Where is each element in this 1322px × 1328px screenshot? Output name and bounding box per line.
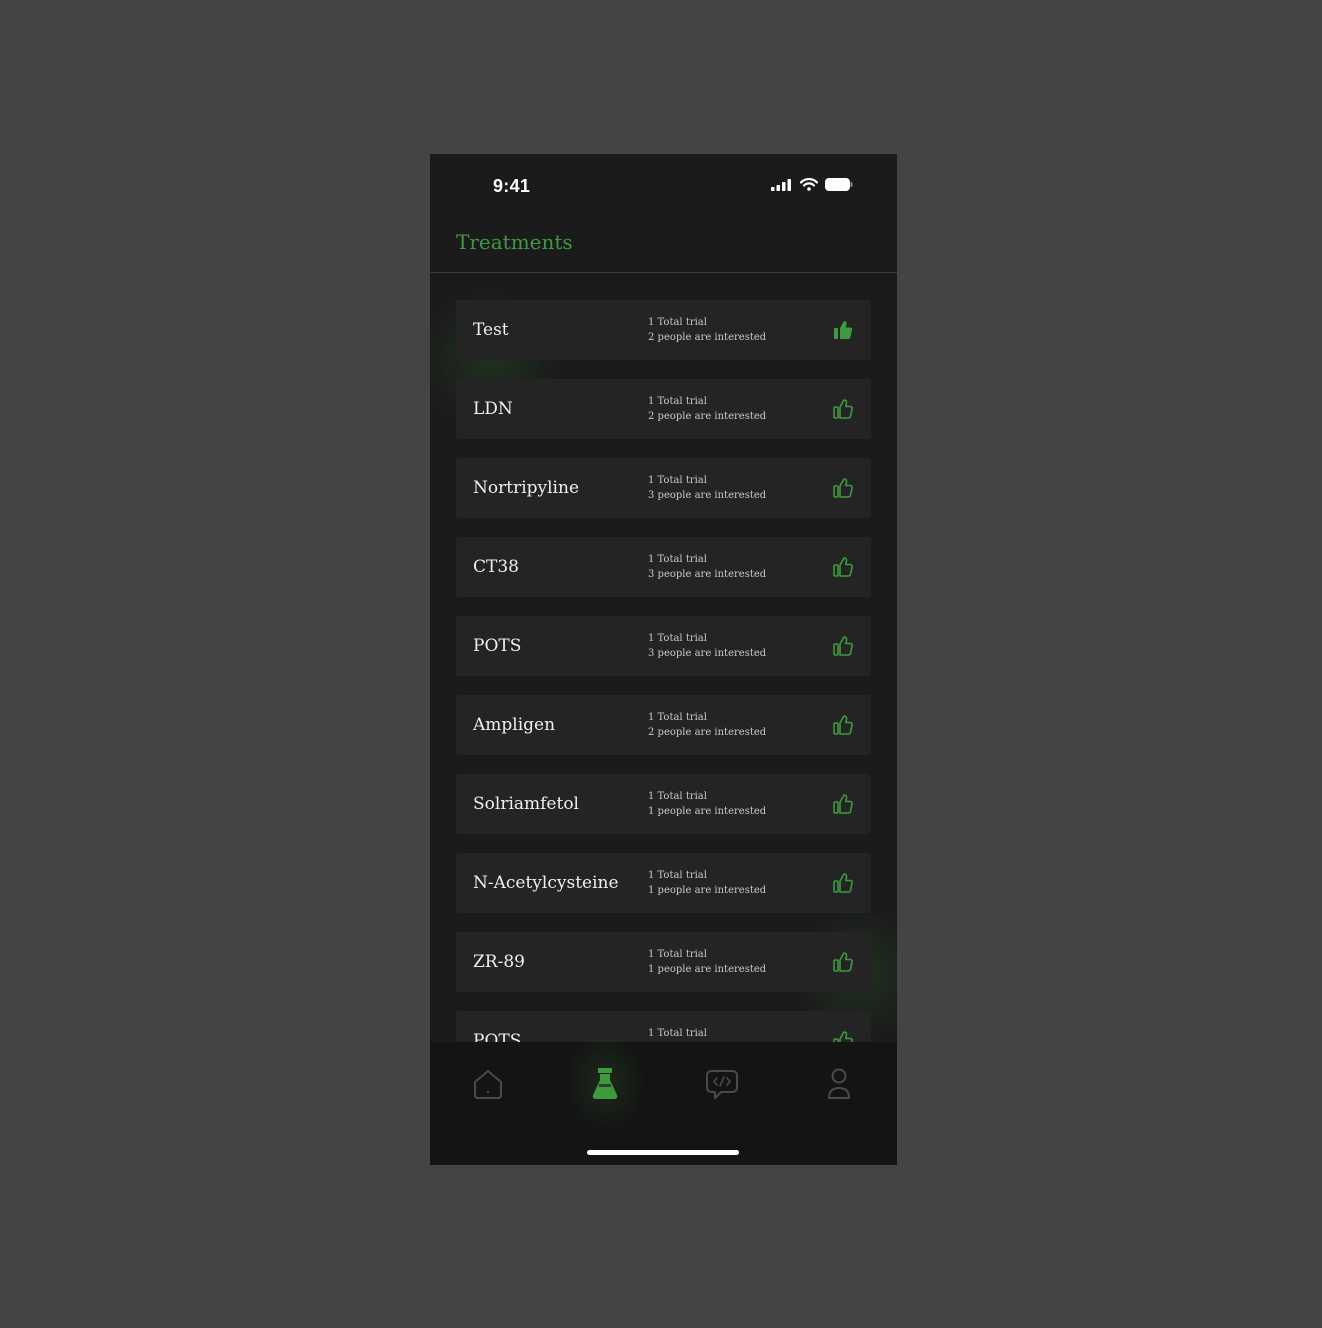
thumbs-up-filled-icon[interactable] — [832, 319, 854, 341]
interested-count-label: 3 people are interested — [648, 648, 767, 659]
thumbs-up-icon[interactable] — [832, 635, 854, 657]
total-trials-label: 1 Total trial — [648, 712, 707, 723]
treatment-card[interactable]: LDN 1 Total trial 2 people are interested — [456, 379, 871, 439]
tab-home[interactable] — [468, 1066, 508, 1106]
battery-icon — [825, 176, 853, 195]
treatment-meta: 1 Total trial — [648, 1026, 707, 1041]
interested-count-label: 1 people are interested — [648, 885, 767, 896]
interested-count-label: 1 people are interested — [648, 964, 767, 975]
tab-bar — [430, 1032, 897, 1165]
thumbs-up-icon[interactable] — [832, 951, 854, 973]
tab-messages[interactable] — [702, 1066, 742, 1106]
treatment-meta: 1 Total trial 1 people are interested — [648, 789, 766, 819]
treatment-card[interactable]: Nortripyline 1 Total trial 3 people are in… — [456, 458, 871, 518]
treatment-card[interactable]: ZR-89 1 Total trial 1 people are intereste… — [456, 932, 871, 992]
treatment-name: ZR-89 — [473, 952, 525, 972]
phone-frame: 9:41 Treatments Test 1 Total trial 2 peo… — [430, 154, 897, 1165]
thumbs-up-icon[interactable] — [832, 556, 854, 578]
interested-count-label: 2 people are interested — [648, 411, 767, 422]
treatment-name: N-Acetylcysteine — [473, 873, 619, 893]
treatment-list: Test 1 Total trial 2 people are interested… — [456, 300, 871, 1090]
total-trials-label: 1 Total trial — [648, 791, 707, 802]
signal-icon — [771, 176, 793, 195]
treatment-name: Solriamfetol — [473, 794, 579, 814]
treatment-meta: 1 Total trial 1 people are interested — [648, 868, 766, 898]
treatment-meta: 1 Total trial 3 people are interested — [648, 631, 766, 661]
person-icon — [826, 1067, 852, 1105]
interested-count-label: 2 people are interested — [648, 332, 767, 343]
treatment-card[interactable]: POTS 1 Total trial 3 people are interested — [456, 616, 871, 676]
treatment-card[interactable]: Test 1 Total trial 2 people are interested — [456, 300, 871, 360]
chat-code-icon — [705, 1068, 739, 1104]
treatment-card[interactable]: N-Acetylcysteine 1 Total trial 1 people ar… — [456, 853, 871, 913]
status-icons — [771, 176, 853, 195]
page-title: Treatments — [456, 230, 573, 254]
thumbs-up-icon[interactable] — [832, 477, 854, 499]
treatment-meta: 1 Total trial 1 people are interested — [648, 947, 766, 977]
total-trials-label: 1 Total trial — [648, 475, 707, 486]
treatment-name: CT38 — [473, 557, 519, 577]
tab-profile[interactable] — [819, 1066, 859, 1106]
total-trials-label: 1 Total trial — [648, 949, 707, 960]
interested-count-label: 3 people are interested — [648, 569, 767, 580]
interested-count-label: 3 people are interested — [648, 490, 767, 501]
tab-treatments[interactable] — [585, 1066, 625, 1106]
interested-count-label: 1 people are interested — [648, 806, 767, 817]
thumbs-up-icon[interactable] — [832, 714, 854, 736]
treatment-meta: 1 Total trial 2 people are interested — [648, 710, 766, 740]
total-trials-label: 1 Total trial — [648, 870, 707, 881]
wifi-icon — [799, 176, 819, 195]
total-trials-label: 1 Total trial — [648, 633, 707, 644]
status-bar: 9:41 — [430, 154, 897, 216]
treatment-name: Test — [473, 320, 509, 340]
treatment-meta: 1 Total trial 2 people are interested — [648, 394, 766, 424]
treatment-name: Nortripyline — [473, 478, 580, 498]
treatment-name: POTS — [473, 636, 522, 656]
treatment-name: Ampligen — [473, 715, 556, 735]
thumbs-up-icon[interactable] — [832, 793, 854, 815]
total-trials-label: 1 Total trial — [648, 554, 707, 565]
flask-icon — [591, 1067, 619, 1105]
treatment-card[interactable]: CT38 1 Total trial 3 people are interested — [456, 537, 871, 597]
treatment-card[interactable]: Solriamfetol 1 Total trial 1 people are in… — [456, 774, 871, 834]
thumbs-up-icon[interactable] — [832, 872, 854, 894]
interested-count-label: 2 people are interested — [648, 727, 767, 738]
total-trials-label: 1 Total trial — [648, 396, 707, 407]
thumbs-up-icon[interactable] — [832, 398, 854, 420]
home-indicator — [587, 1150, 739, 1155]
treatment-meta: 1 Total trial 3 people are interested — [648, 552, 766, 582]
status-time: 9:41 — [493, 176, 531, 196]
treatment-name: LDN — [473, 399, 513, 419]
header: Treatments — [430, 216, 897, 273]
home-icon — [471, 1068, 505, 1104]
treatment-card[interactable]: Ampligen 1 Total trial 2 people are intere… — [456, 695, 871, 755]
total-trials-label: 1 Total trial — [648, 1028, 707, 1039]
treatment-meta: 1 Total trial 3 people are interested — [648, 473, 766, 503]
treatment-meta: 1 Total trial 2 people are interested — [648, 315, 766, 345]
total-trials-label: 1 Total trial — [648, 317, 707, 328]
